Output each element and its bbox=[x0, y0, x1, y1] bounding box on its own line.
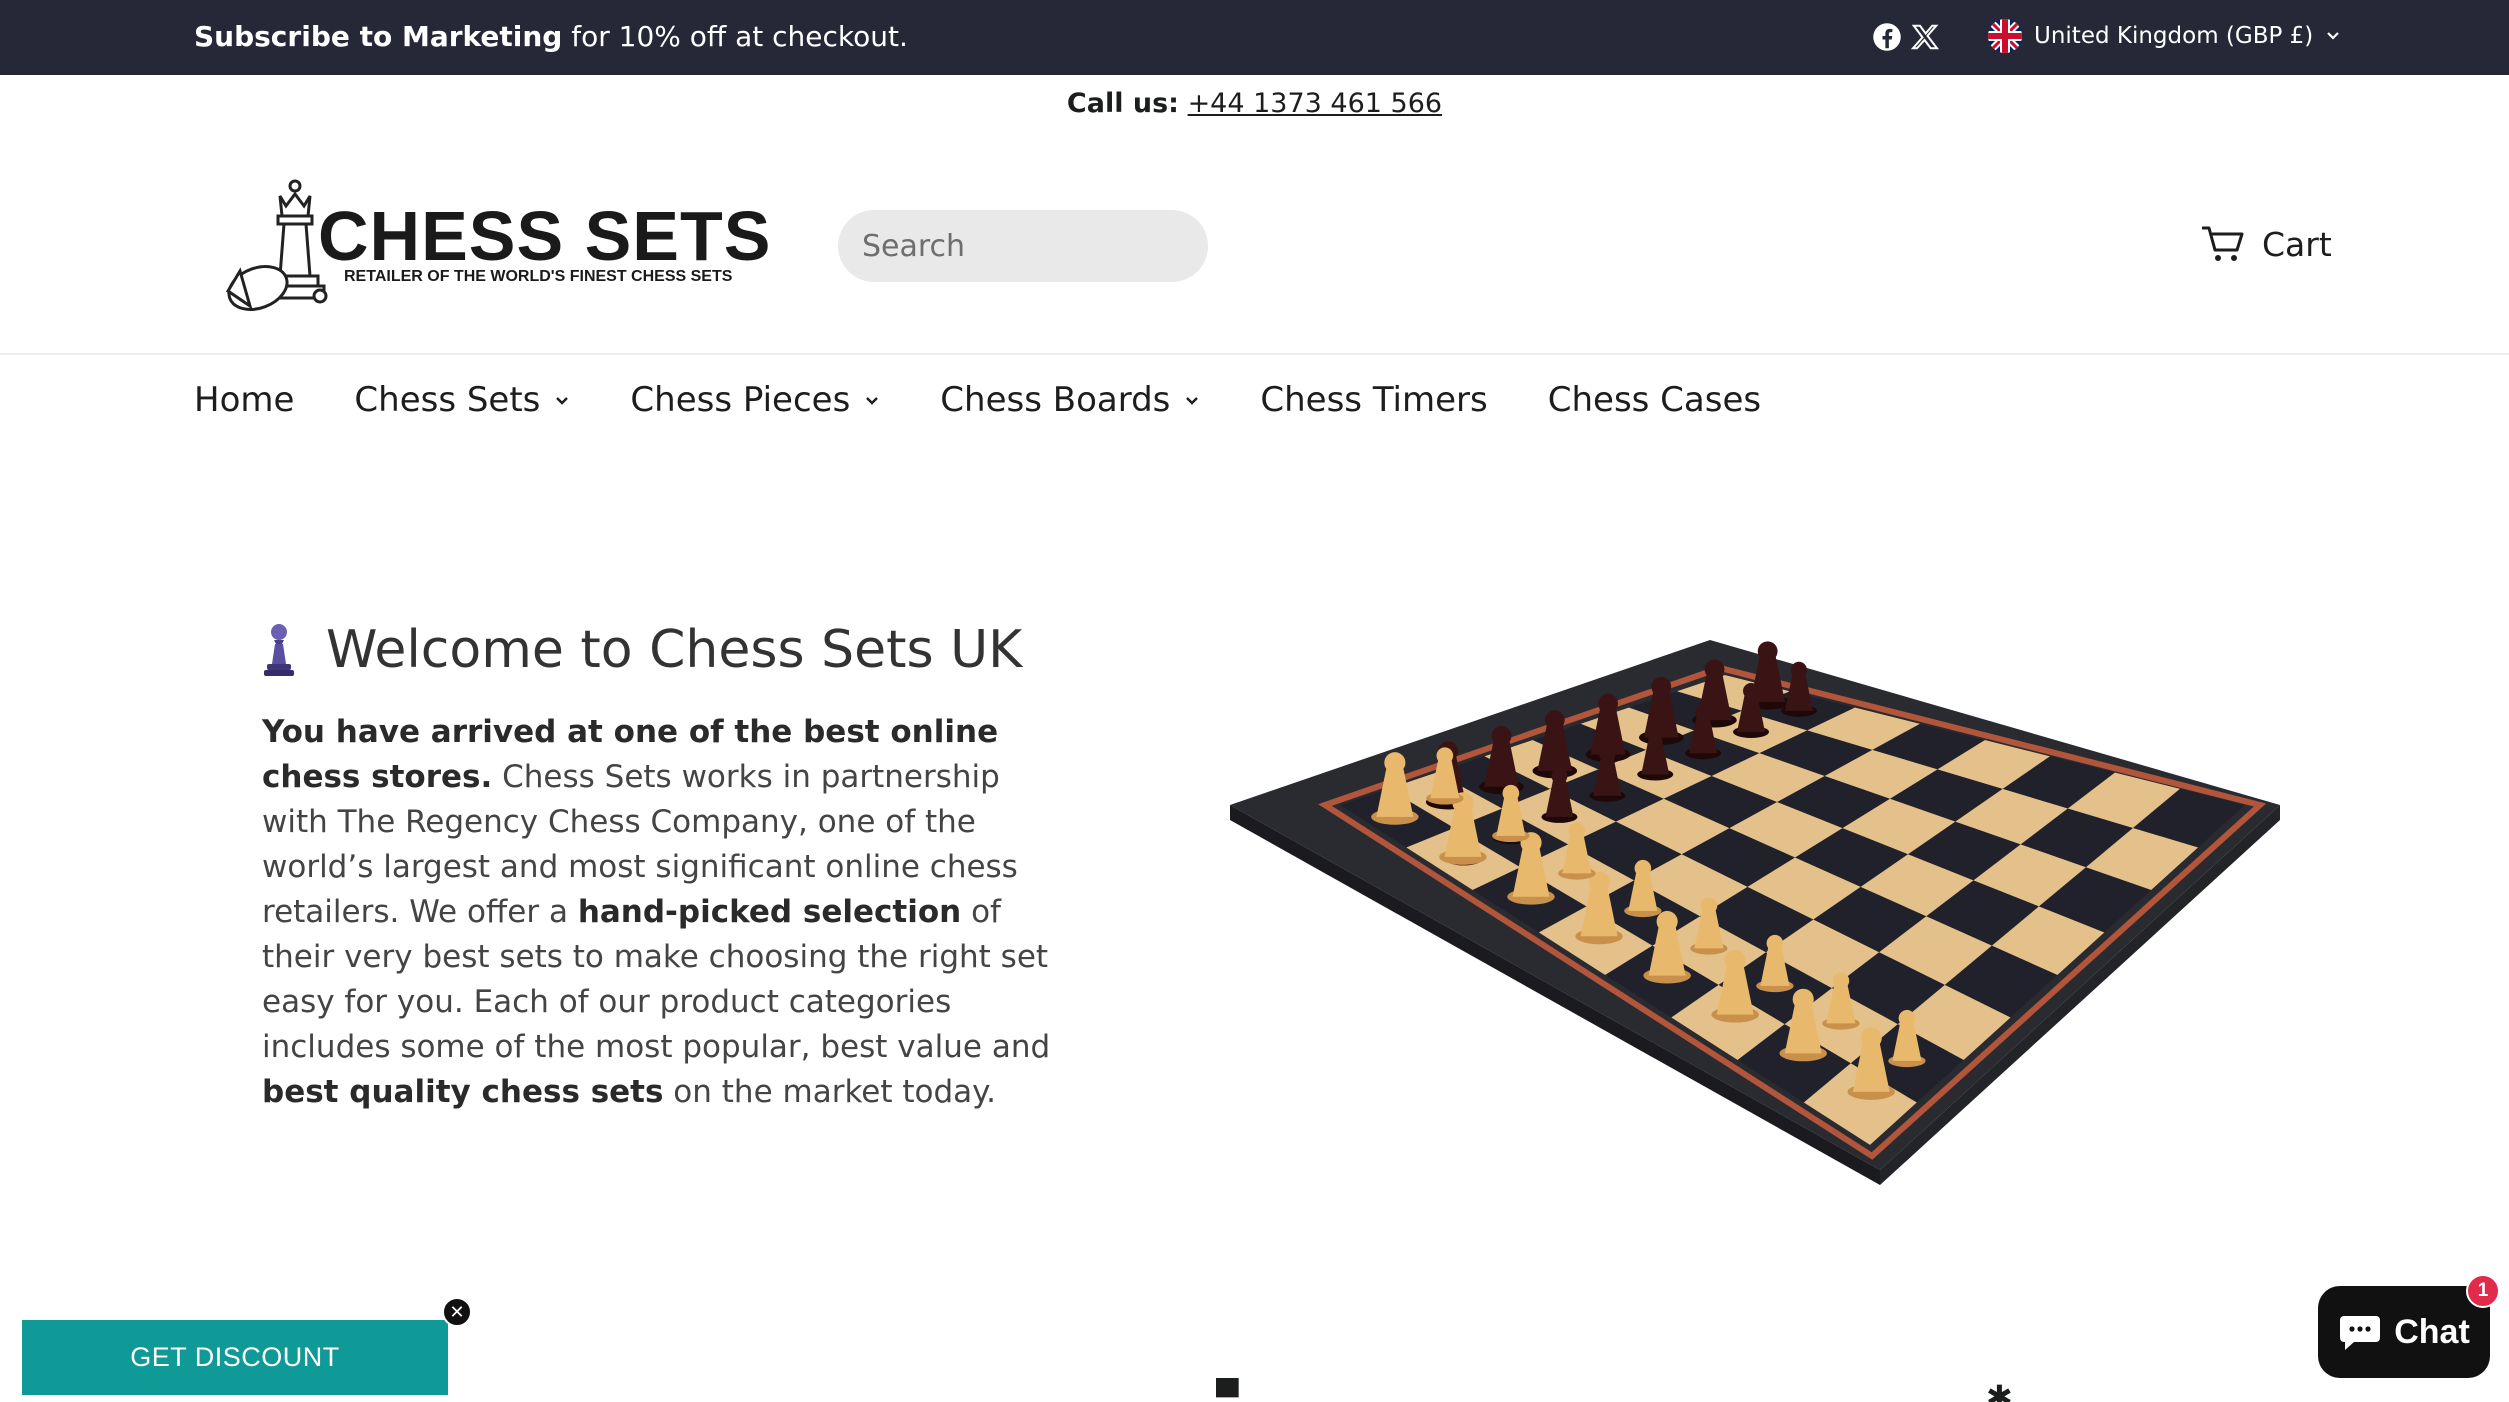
nav-item-label: Home bbox=[194, 380, 295, 420]
chevron-down-icon bbox=[556, 397, 569, 405]
chat-notification-badge: 1 bbox=[2466, 1274, 2500, 1308]
close-discount-icon[interactable]: ✕ bbox=[442, 1297, 472, 1327]
x-twitter-icon[interactable] bbox=[1910, 22, 1940, 52]
section-heading-partial: ▀ bbox=[1216, 1378, 1239, 1402]
chevron-down-icon bbox=[1186, 397, 1199, 405]
nav-item-chess-sets[interactable]: Chess Sets bbox=[354, 380, 570, 420]
currency-selector[interactable]: United Kingdom (GBP £) bbox=[1988, 18, 2341, 54]
chevron-down-icon bbox=[866, 397, 879, 405]
phone-link[interactable]: +44 1373 461 566 bbox=[1188, 88, 1443, 119]
chat-bubble-icon bbox=[2340, 1316, 2381, 1350]
nav-item-chess-pieces[interactable]: Chess Pieces bbox=[630, 380, 880, 420]
hero-text-3: on the market today. bbox=[663, 1074, 996, 1110]
chess-set-image bbox=[1230, 640, 2280, 1185]
main-nav: Home Chess Sets Chess Pieces Chess Board… bbox=[194, 375, 1761, 425]
hero-bold-2: hand-picked selection bbox=[577, 894, 962, 930]
cart-link[interactable]: Cart bbox=[2200, 224, 2332, 264]
chat-button[interactable]: Chat bbox=[2318, 1286, 2490, 1378]
call-us-line: Call us: +44 1373 461 566 bbox=[0, 88, 2509, 119]
nav-item-label: Chess Boards bbox=[940, 380, 1171, 420]
nav-item-chess-boards[interactable]: Chess Boards bbox=[940, 380, 1200, 420]
announcement-rest: for 10% off at checkout. bbox=[562, 20, 908, 53]
chevron-down-icon bbox=[2327, 32, 2340, 40]
facebook-icon[interactable] bbox=[1872, 22, 1902, 52]
get-discount-button[interactable]: GET DISCOUNT bbox=[22, 1320, 448, 1395]
announcement-text[interactable]: Subscribe to Marketing for 10% off at ch… bbox=[194, 20, 908, 53]
pawn-icon bbox=[264, 624, 294, 676]
logo-tagline: RETAILER OF THE WORLD'S FINEST CHESS SET… bbox=[344, 268, 733, 285]
announcement-bold[interactable]: Subscribe to Marketing bbox=[194, 20, 562, 53]
uk-flag-icon bbox=[1988, 19, 2022, 53]
cart-label: Cart bbox=[2262, 224, 2332, 264]
announcement-bar: Subscribe to Marketing for 10% off at ch… bbox=[0, 0, 2509, 75]
section-icon-partial: ✱ bbox=[1986, 1379, 2013, 1402]
nav-item-label: Chess Cases bbox=[1547, 380, 1762, 420]
site-logo[interactable]: CHESS SETS RETAILER OF THE WORLD'S FINES… bbox=[220, 176, 770, 316]
hero-paragraph: You have arrived at one of the best onli… bbox=[262, 710, 1062, 1115]
nav-item-label: Chess Pieces bbox=[630, 380, 851, 420]
chat-label: Chat bbox=[2394, 1312, 2470, 1351]
page-title: Welcome to Chess Sets UK bbox=[326, 620, 1023, 680]
search-bar bbox=[838, 210, 1235, 282]
nav-item-label: Chess Timers bbox=[1260, 380, 1488, 420]
header-divider bbox=[0, 353, 2509, 355]
nav-item-home[interactable]: Home bbox=[194, 380, 294, 420]
nav-item-label: Chess Sets bbox=[354, 380, 541, 420]
nav-item-chess-timers[interactable]: Chess Timers bbox=[1260, 380, 1487, 420]
hero-bold-3: best quality chess sets bbox=[262, 1074, 664, 1110]
cart-icon bbox=[2202, 226, 2244, 261]
search-input[interactable] bbox=[862, 228, 1235, 264]
hero-heading: Welcome to Chess Sets UK bbox=[262, 620, 1022, 680]
currency-label: United Kingdom (GBP £) bbox=[2034, 23, 2314, 49]
nav-item-chess-cases[interactable]: Chess Cases bbox=[1548, 380, 1761, 420]
call-us-label: Call us: bbox=[1066, 88, 1179, 119]
logo-title: CHESS SETS bbox=[318, 197, 772, 275]
